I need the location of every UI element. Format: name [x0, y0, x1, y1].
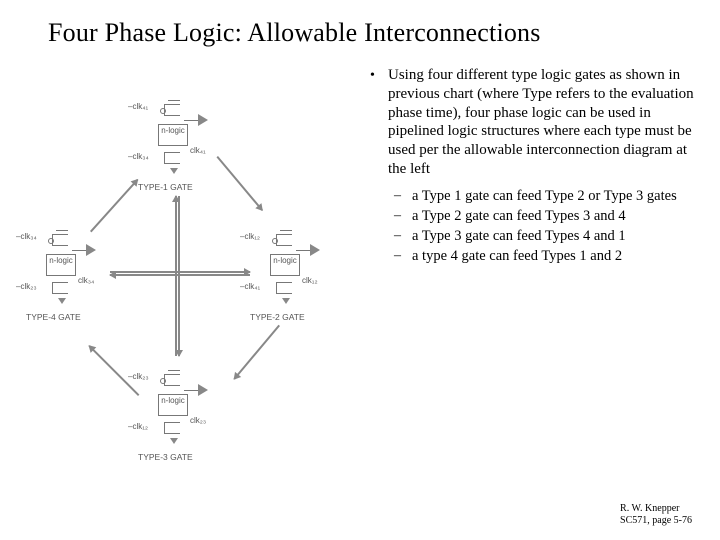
dash-icon: – — [394, 187, 412, 205]
n-logic-block: n-logic — [46, 254, 76, 276]
footer-page: SC571, page 5-76 — [620, 515, 692, 527]
gate-type-3: n-logic –clk₂₃ –clk₁₂ clk₂₃ TYPE-3 GATE — [138, 366, 218, 454]
clk-label: clk₄₁ — [190, 146, 206, 155]
gate-label: TYPE-2 GATE — [250, 312, 340, 322]
arrow-icon — [110, 271, 250, 273]
gate-type-1: n-logic –clk₄₁ –clk₃₄ clk₄₁ TYPE-1 GATE — [138, 96, 218, 184]
arrow-icon — [234, 325, 280, 380]
sub-bullet-text: a Type 3 gate can feed Types 4 and 1 — [412, 227, 626, 245]
sub-bullet: – a type 4 gate can feed Types 1 and 2 — [394, 247, 700, 265]
n-logic-block: n-logic — [270, 254, 300, 276]
clk-label: –clk₃₄ — [128, 152, 149, 161]
sub-bullet-text: a Type 2 gate can feed Types 3 and 4 — [412, 207, 626, 225]
gate-type-2: n-logic –clk₁₂ –clk₄₁ clk₁₂ TYPE-2 GATE — [250, 226, 330, 314]
arrow-icon — [175, 196, 177, 356]
gate-label: TYPE-3 GATE — [138, 452, 228, 462]
sub-bullet-text: a type 4 gate can feed Types 1 and 2 — [412, 247, 622, 265]
clk-label: –clk₁₂ — [240, 232, 260, 241]
clk-label: clk₁₂ — [302, 276, 318, 285]
clk-label: –clk₂₃ — [128, 372, 149, 381]
footer-credit: R. W. Knepper SC571, page 5-76 — [620, 503, 692, 526]
bullet-main-text: Using four different type logic gates as… — [388, 66, 700, 179]
n-logic-block: n-logic — [158, 124, 188, 146]
clk-label: –clk₁₂ — [128, 422, 148, 431]
dash-icon: – — [394, 207, 412, 225]
sub-bullet: – a Type 2 gate can feed Types 3 and 4 — [394, 207, 700, 225]
arrow-icon — [89, 345, 140, 396]
arrow-icon — [179, 196, 181, 356]
n-logic-block: n-logic — [158, 394, 188, 416]
gate-type-4: n-logic –clk₃₄ –clk₂₃ clk₃₄ TYPE-4 GATE — [26, 226, 106, 314]
arrow-icon — [110, 275, 250, 277]
page-title: Four Phase Logic: Allowable Interconnect… — [0, 0, 720, 48]
clk-label: –clk₄₁ — [128, 102, 148, 111]
sub-bullet-list: – a Type 1 gate can feed Type 2 or Type … — [370, 187, 700, 266]
gate-label: TYPE-4 GATE — [26, 312, 116, 322]
bullet-main: • Using four different type logic gates … — [370, 66, 700, 179]
interconnection-diagram: n-logic –clk₄₁ –clk₃₄ clk₄₁ TYPE-1 GATE … — [20, 96, 340, 476]
diagram-column: n-logic –clk₄₁ –clk₃₄ clk₄₁ TYPE-1 GATE … — [20, 66, 360, 476]
gate-label: TYPE-1 GATE — [138, 182, 228, 192]
sub-bullet: – a Type 3 gate can feed Types 4 and 1 — [394, 227, 700, 245]
dash-icon: – — [394, 227, 412, 245]
bullet-dot-icon: • — [370, 66, 388, 179]
dash-icon: – — [394, 247, 412, 265]
clk-label: –clk₃₄ — [16, 232, 37, 241]
sub-bullet: – a Type 1 gate can feed Type 2 or Type … — [394, 187, 700, 205]
clk-label: clk₃₄ — [78, 276, 94, 285]
footer-author: R. W. Knepper — [620, 503, 692, 515]
arrow-icon — [90, 179, 138, 232]
content-row: n-logic –clk₄₁ –clk₃₄ clk₄₁ TYPE-1 GATE … — [0, 48, 720, 476]
clk-label: clk₂₃ — [190, 416, 206, 425]
clk-label: –clk₂₃ — [16, 282, 37, 291]
clk-label: –clk₄₁ — [240, 282, 260, 291]
text-column: • Using four different type logic gates … — [360, 66, 700, 476]
sub-bullet-text: a Type 1 gate can feed Type 2 or Type 3 … — [412, 187, 677, 205]
